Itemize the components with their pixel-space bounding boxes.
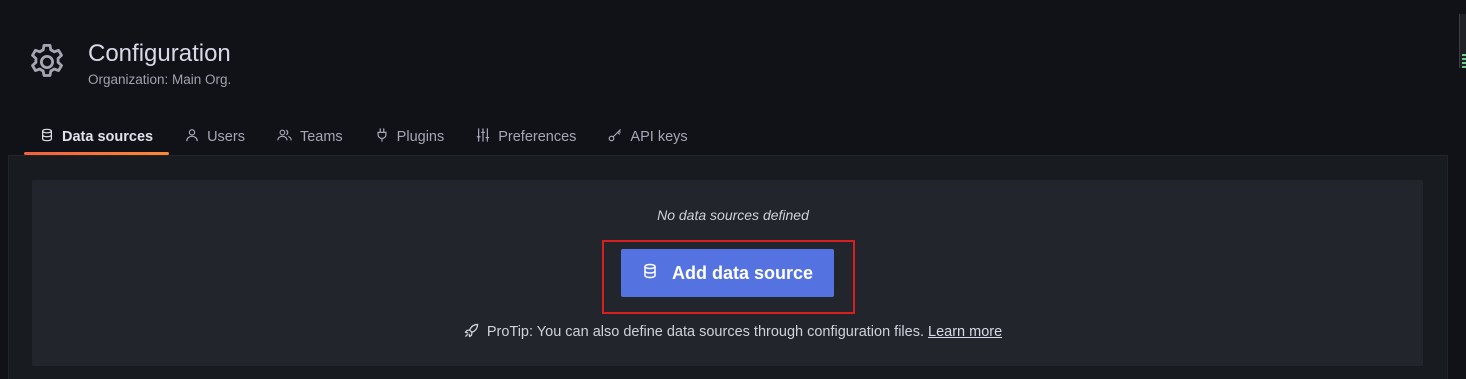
- tab-label: Preferences: [498, 129, 577, 145]
- page-title: Configuration: [88, 40, 231, 67]
- rocket-icon: [464, 323, 479, 342]
- tab-api-keys[interactable]: API keys: [592, 120, 703, 154]
- add-data-source-button[interactable]: Add data source: [621, 249, 834, 297]
- protip: ProTip: You can also define data sources…: [0, 323, 1466, 342]
- empty-state-title: No data sources defined: [657, 207, 809, 223]
- page-subtitle: Organization: Main Org.: [88, 72, 232, 87]
- configuration-page: Configuration Organization: Main Org. Da…: [0, 0, 1466, 379]
- users-icon: [277, 128, 300, 146]
- key-icon: [608, 128, 630, 146]
- tab-preferences[interactable]: Preferences: [460, 120, 592, 154]
- protip-text: ProTip: You can also define data sources…: [486, 324, 924, 340]
- add-data-source-label: Add data source: [671, 262, 814, 283]
- tab-label: Teams: [299, 129, 343, 145]
- tab-bar: Data sources Users Teams Plugins Prefere…: [24, 120, 704, 156]
- scrollbar[interactable]: [1459, 14, 1466, 68]
- plug-icon: [375, 128, 397, 146]
- database-icon: [642, 263, 672, 284]
- gear-icon: [26, 41, 68, 83]
- tab-label: Users: [207, 129, 245, 145]
- user-icon: [185, 128, 207, 146]
- tab-teams[interactable]: Teams: [261, 120, 359, 154]
- tab-label: API keys: [630, 129, 688, 145]
- tab-plugins[interactable]: Plugins: [359, 120, 461, 154]
- tab-label: Plugins: [396, 129, 445, 145]
- scrollbar-marker: [1462, 54, 1466, 68]
- tab-data-sources[interactable]: Data sources: [24, 120, 170, 155]
- tab-label: Data sources: [62, 129, 154, 145]
- tab-users[interactable]: Users: [169, 120, 261, 154]
- database-icon: [40, 128, 62, 146]
- learn-more-link[interactable]: Learn more: [928, 324, 1002, 340]
- sliders-icon: [476, 128, 498, 146]
